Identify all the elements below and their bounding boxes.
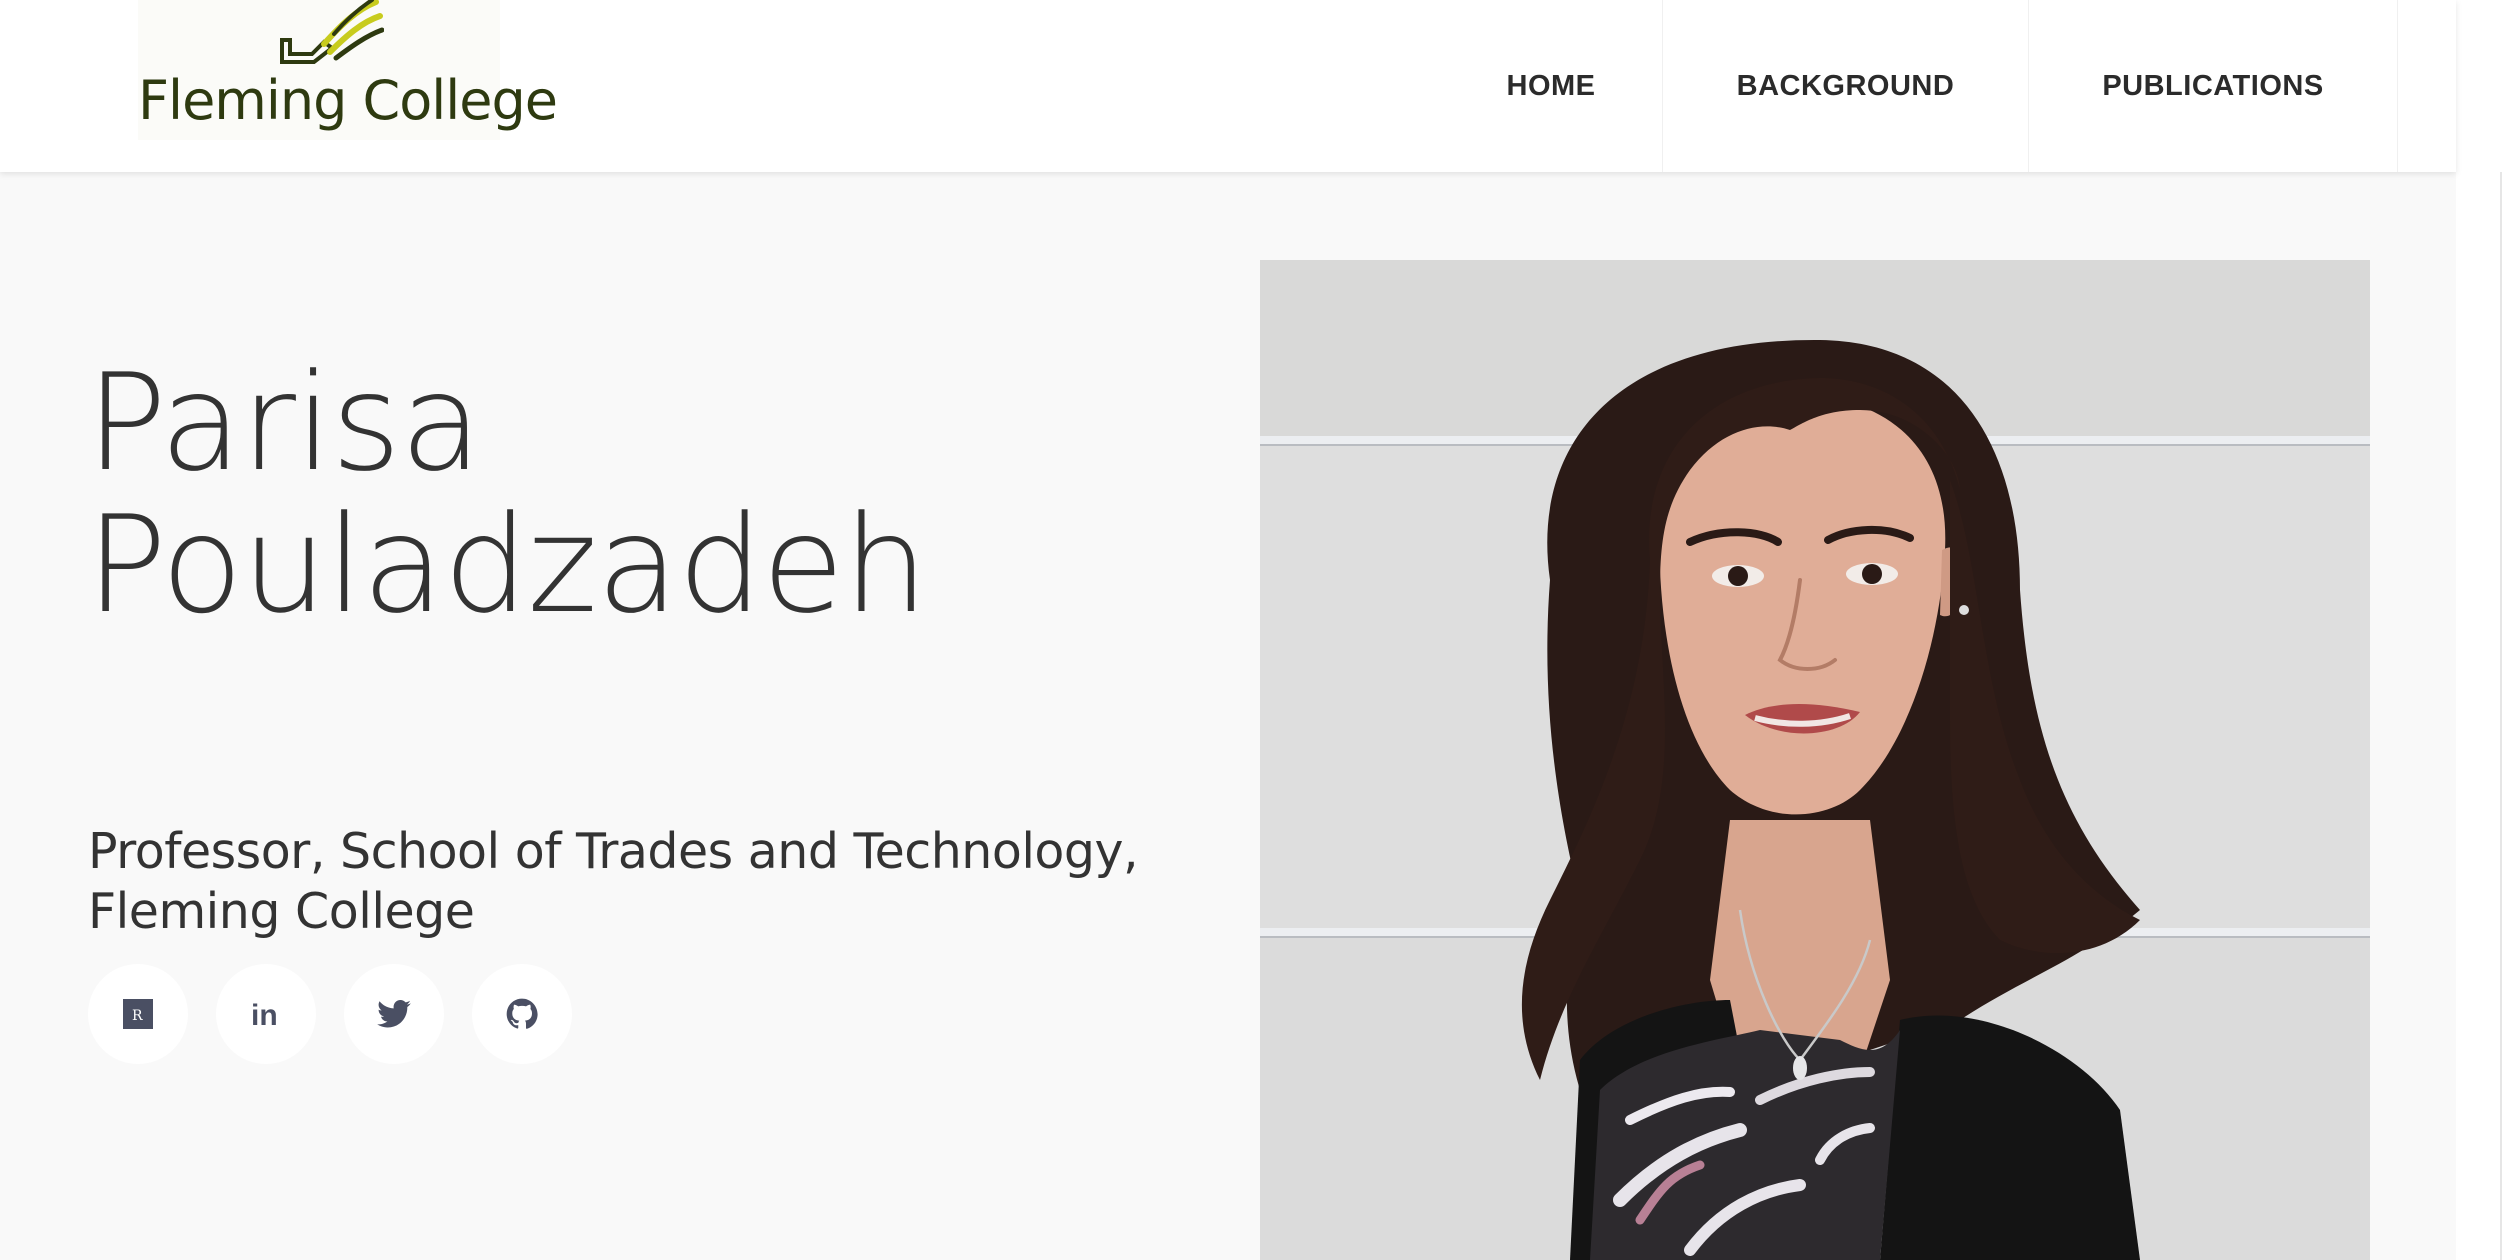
site-header: Fleming College HOME BACKGROUND PUBLICAT… — [0, 0, 2456, 172]
researchgate-link[interactable]: R — [88, 964, 188, 1064]
job-title-line-1: Professor, School of Trades and Technolo… — [88, 823, 1139, 880]
first-name: Parisa — [86, 345, 482, 501]
profile-photo — [1260, 260, 2370, 1260]
twitter-icon — [377, 1000, 411, 1028]
job-title-line-2: Fleming College — [88, 883, 475, 940]
last-name: Pouladzadeh — [86, 487, 928, 643]
linkedin-icon: in — [251, 999, 278, 1031]
fleming-college-logo[interactable]: Fleming College — [138, 0, 558, 140]
job-title: Professor, School of Trades and Technolo… — [88, 822, 1238, 942]
github-link[interactable] — [472, 964, 572, 1064]
page-scrollbar[interactable] — [2456, 172, 2504, 1260]
github-icon — [506, 998, 538, 1029]
nav-publications[interactable]: PUBLICATIONS — [2028, 0, 2398, 172]
researchgate-glyph: R — [132, 1008, 143, 1024]
open-book-logo-icon — [280, 0, 384, 64]
twitter-link[interactable] — [344, 964, 444, 1064]
researchgate-icon: R — [123, 999, 153, 1029]
page-title: Parisa Pouladzadeh — [86, 352, 1186, 636]
nav-background[interactable]: BACKGROUND — [1662, 0, 2028, 172]
linkedin-glyph: in — [251, 999, 278, 1031]
nav-home[interactable]: HOME — [1440, 0, 1662, 172]
linkedin-link[interactable]: in — [216, 964, 316, 1064]
logo-text: Fleming College — [138, 69, 558, 132]
